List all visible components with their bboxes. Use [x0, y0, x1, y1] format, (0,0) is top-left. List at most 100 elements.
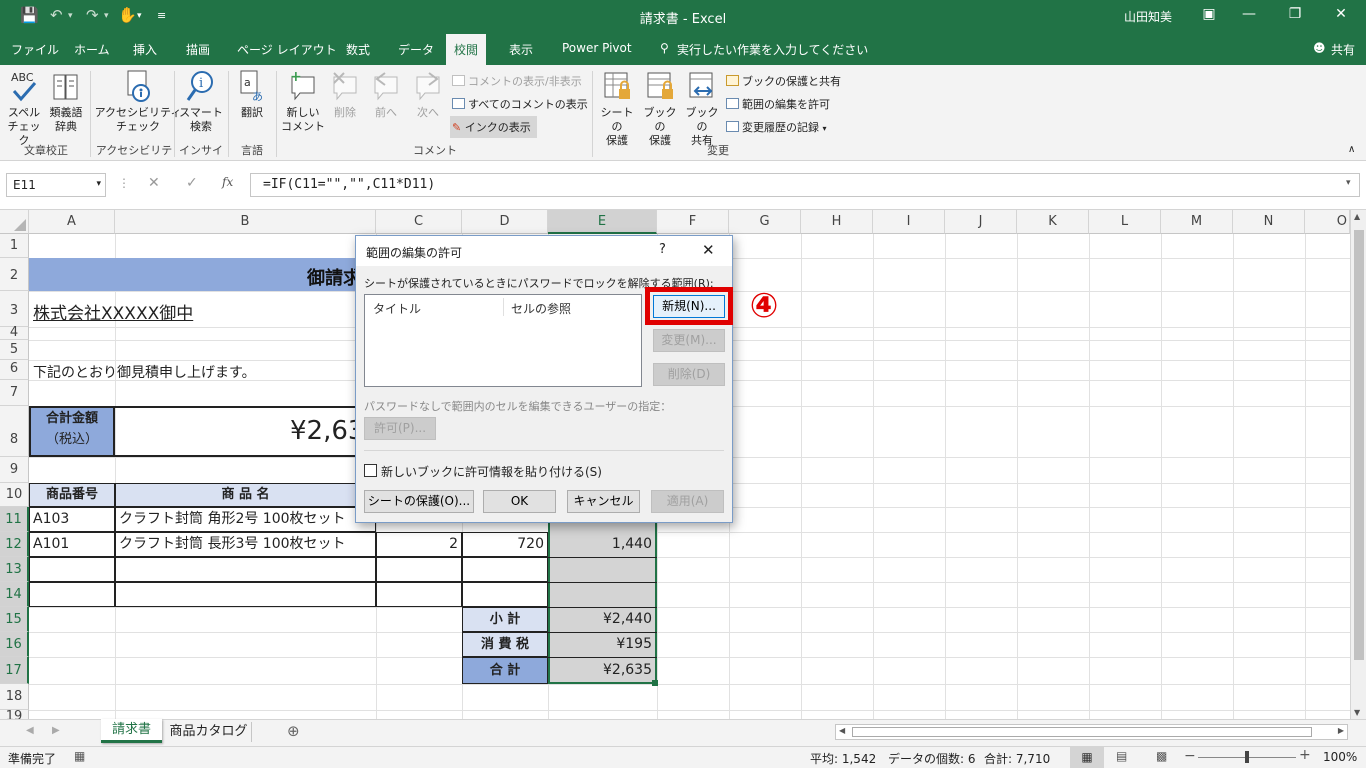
- column-header[interactable]: G: [729, 210, 801, 234]
- tab-page-layout[interactable]: ページ レイアウト: [237, 41, 337, 58]
- allow-edit-ranges-button[interactable]: 範囲の編集を許可: [726, 96, 830, 112]
- row-header[interactable]: 12: [0, 532, 29, 557]
- cancel-entry-icon[interactable]: ✕: [148, 175, 160, 191]
- row-header[interactable]: 4: [0, 326, 29, 340]
- formula-input[interactable]: =IF(C11="","",C11*D11): [250, 173, 1360, 197]
- row-header[interactable]: 1: [0, 234, 29, 258]
- prev-sheet-icon[interactable]: ◀: [26, 725, 34, 736]
- column-header[interactable]: K: [1017, 210, 1089, 234]
- scroll-right-icon[interactable]: ▶: [1338, 726, 1344, 735]
- page-break-view-icon[interactable]: ▩: [1156, 749, 1167, 763]
- zoom-level[interactable]: 100%: [1323, 750, 1357, 764]
- column-header[interactable]: O: [1305, 210, 1350, 234]
- maximize-icon[interactable]: ❐: [1272, 6, 1318, 22]
- row-header[interactable]: 13: [0, 557, 29, 582]
- protect-share-button[interactable]: ブックの保護と共有: [726, 73, 841, 89]
- column-header[interactable]: N: [1233, 210, 1305, 234]
- fill-handle[interactable]: [652, 680, 658, 686]
- spell-check-button[interactable]: ABC スペル チェック: [6, 69, 42, 148]
- zoom-in-icon[interactable]: +: [1299, 747, 1311, 763]
- scroll-up-icon[interactable]: ▲: [1354, 212, 1360, 221]
- row-header[interactable]: 11: [0, 507, 29, 532]
- row-header[interactable]: 10: [0, 483, 29, 507]
- tab-data[interactable]: データ: [398, 41, 434, 58]
- grand-total-value[interactable]: ¥2,635: [548, 657, 657, 684]
- row-header[interactable]: 17: [0, 657, 29, 684]
- insert-function-icon[interactable]: fx: [222, 175, 233, 189]
- protect-sheet-button[interactable]: シートの 保護: [596, 69, 638, 148]
- column-header[interactable]: F: [657, 210, 729, 234]
- row-header[interactable]: 2: [0, 258, 29, 291]
- select-all-corner[interactable]: [0, 210, 29, 234]
- subtotal-value[interactable]: ¥2,440: [548, 607, 657, 632]
- thesaurus-button[interactable]: 類義語 辞典: [46, 69, 86, 134]
- expand-formula-icon[interactable]: ▾: [1346, 178, 1351, 188]
- tell-me-icon[interactable]: ⚲: [660, 41, 669, 55]
- row-header[interactable]: 14: [0, 582, 29, 607]
- paste-permissions-checkbox[interactable]: [364, 464, 377, 477]
- horizontal-scrollbar[interactable]: ◀ ▶: [835, 724, 1348, 740]
- tab-draw[interactable]: 描画: [186, 41, 210, 58]
- r12-amount[interactable]: 1,440: [548, 532, 657, 557]
- share-icon[interactable]: ☻: [1313, 41, 1326, 55]
- user-name[interactable]: 山田知美: [1124, 8, 1172, 25]
- row-header[interactable]: 15: [0, 607, 29, 632]
- scroll-down-icon[interactable]: ▼: [1354, 708, 1360, 717]
- sheet-tab-catalog[interactable]: 商品カタログ: [166, 722, 252, 742]
- sheet-tab-invoice[interactable]: 請求書: [101, 719, 162, 743]
- horizontal-thumb[interactable]: [852, 727, 1312, 737]
- r11-name[interactable]: クラフト封筒 角形2号 100枚セット: [115, 507, 376, 532]
- tab-home[interactable]: ホーム: [74, 41, 110, 58]
- close-icon[interactable]: ✕: [1318, 6, 1364, 22]
- smart-lookup-button[interactable]: i スマート 検索: [178, 69, 224, 134]
- row-header[interactable]: 6: [0, 360, 29, 380]
- cancel-button[interactable]: キャンセル: [567, 490, 640, 513]
- ok-button[interactable]: OK: [483, 490, 556, 513]
- enter-entry-icon[interactable]: ✓: [186, 175, 198, 191]
- row-header[interactable]: 3: [0, 291, 29, 327]
- tab-file[interactable]: ファイル: [11, 41, 59, 58]
- chevron-down-icon[interactable]: ▾: [96, 179, 101, 189]
- translate-button[interactable]: aあ 翻訳: [232, 69, 272, 120]
- tell-me-input[interactable]: 実行したい作業を入力してください: [677, 41, 868, 58]
- column-header[interactable]: C: [376, 210, 462, 234]
- page-layout-view-icon[interactable]: ▤: [1116, 749, 1127, 763]
- delete-range-button[interactable]: 削除(D): [653, 363, 725, 386]
- row-header[interactable]: 9: [0, 457, 29, 483]
- column-header[interactable]: H: [801, 210, 873, 234]
- zoom-slider-thumb[interactable]: [1245, 751, 1249, 763]
- protect-sheet-dialog-button[interactable]: シートの保護(O)...: [364, 490, 474, 513]
- ranges-col-title[interactable]: タイトル: [373, 300, 421, 317]
- dialog-close-icon[interactable]: ✕: [702, 241, 715, 259]
- column-header[interactable]: L: [1089, 210, 1161, 234]
- show-hide-comment-button[interactable]: コメントの表示/非表示: [452, 73, 582, 89]
- apply-button[interactable]: 適用(A): [651, 490, 724, 513]
- macro-record-icon[interactable]: ▦: [74, 749, 85, 763]
- r11-code[interactable]: A103: [29, 507, 115, 532]
- normal-view-icon[interactable]: ▦: [1070, 747, 1104, 768]
- dialog-help-icon[interactable]: ?: [659, 242, 666, 257]
- show-ink-button[interactable]: ✎ インクの表示: [450, 116, 537, 138]
- ranges-list[interactable]: タイトル セルの参照: [364, 294, 642, 387]
- delete-comment-button[interactable]: 削除: [328, 69, 362, 120]
- row-header[interactable]: 7: [0, 380, 29, 406]
- previous-comment-button[interactable]: 前へ: [368, 69, 404, 120]
- next-sheet-icon[interactable]: ▶: [52, 725, 60, 736]
- row-header[interactable]: 8: [0, 406, 29, 457]
- tab-formulas[interactable]: 数式: [346, 41, 370, 58]
- row-header[interactable]: 5: [0, 340, 29, 360]
- r12-code[interactable]: A101: [29, 532, 115, 557]
- row-header[interactable]: 18: [0, 684, 29, 710]
- scroll-left-icon[interactable]: ◀: [839, 726, 845, 735]
- column-header[interactable]: J: [945, 210, 1017, 234]
- tab-insert[interactable]: 挿入: [133, 41, 157, 58]
- accessibility-check-button[interactable]: アクセシビリティ チェック: [94, 69, 182, 134]
- next-comment-button[interactable]: 次へ: [410, 69, 446, 120]
- show-all-comments-button[interactable]: すべてのコメントの表示: [452, 96, 588, 112]
- minimize-icon[interactable]: —: [1226, 6, 1272, 22]
- protect-workbook-button[interactable]: ブックの 保護: [640, 69, 680, 148]
- r12-qty[interactable]: 2: [376, 532, 462, 557]
- row-header[interactable]: 16: [0, 632, 29, 657]
- column-header[interactable]: I: [873, 210, 945, 234]
- share-workbook-button[interactable]: ブックの 共有: [682, 69, 722, 148]
